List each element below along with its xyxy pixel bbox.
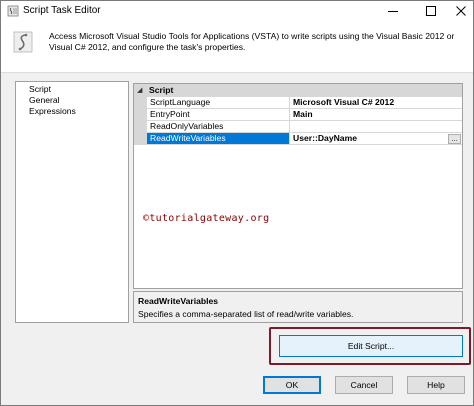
- row-margin: [134, 121, 147, 133]
- title-bar[interactable]: Script Task Editor: [1, 1, 473, 21]
- nav-item-general[interactable]: General: [29, 95, 60, 106]
- ok-button[interactable]: OK: [263, 376, 321, 394]
- row-margin: [134, 109, 147, 121]
- property-value[interactable]: Microsoft Visual C# 2012: [290, 97, 462, 109]
- description-title: ReadWriteVariables: [138, 296, 219, 306]
- row-margin: [134, 97, 147, 109]
- close-icon[interactable]: [453, 3, 469, 19]
- property-value[interactable]: [290, 121, 462, 133]
- description-text: Specifies a comma-separated list of read…: [138, 309, 354, 319]
- property-value[interactable]: Main: [290, 109, 462, 121]
- edit-script-button[interactable]: Edit Script...: [279, 335, 463, 357]
- property-name[interactable]: ReadWriteVariables: [147, 133, 290, 145]
- minimize-icon[interactable]: [385, 3, 401, 19]
- property-name[interactable]: ReadOnlyVariables: [147, 121, 290, 133]
- script-task-icon: [7, 5, 19, 17]
- property-name[interactable]: EntryPoint: [147, 109, 290, 121]
- help-button[interactable]: Help: [407, 376, 465, 394]
- property-row-read-write-variables[interactable]: ReadWriteVariables User::DayName ...: [134, 133, 462, 145]
- category-row-script[interactable]: ◢ Script: [134, 84, 462, 97]
- property-row-script-language[interactable]: ScriptLanguage Microsoft Visual C# 2012: [134, 97, 462, 109]
- script-icon: [13, 31, 33, 53]
- page-list: Script General Expressions: [15, 81, 129, 323]
- header-description: Access Microsoft Visual Studio Tools for…: [49, 31, 455, 52]
- script-task-editor-window: Script Task Editor Access Microsoft Visu…: [0, 0, 474, 406]
- window-title: Script Task Editor: [23, 5, 101, 16]
- property-row-read-only-variables[interactable]: ReadOnlyVariables: [134, 121, 462, 133]
- nav-item-script[interactable]: Script: [29, 84, 51, 95]
- property-grid: ◢ Script ScriptLanguage Microsoft Visual…: [133, 83, 463, 289]
- nav-item-expressions[interactable]: Expressions: [29, 106, 76, 117]
- property-value[interactable]: User::DayName ...: [290, 133, 462, 145]
- watermark-text: ©tutorialgateway.org: [143, 213, 270, 224]
- property-row-entry-point[interactable]: EntryPoint Main: [134, 109, 462, 121]
- maximize-icon[interactable]: [423, 3, 439, 19]
- property-name[interactable]: ScriptLanguage: [147, 97, 290, 109]
- ellipsis-button[interactable]: ...: [448, 134, 461, 144]
- row-margin: [134, 133, 147, 145]
- cancel-button[interactable]: Cancel: [335, 376, 393, 394]
- collapse-icon[interactable]: ◢: [137, 87, 142, 94]
- description-panel: ReadWriteVariables Specifies a comma-sep…: [133, 291, 463, 323]
- header-panel: Access Microsoft Visual Studio Tools for…: [1, 21, 473, 73]
- property-value-text: User::DayName: [293, 133, 358, 143]
- category-label: Script: [149, 85, 174, 95]
